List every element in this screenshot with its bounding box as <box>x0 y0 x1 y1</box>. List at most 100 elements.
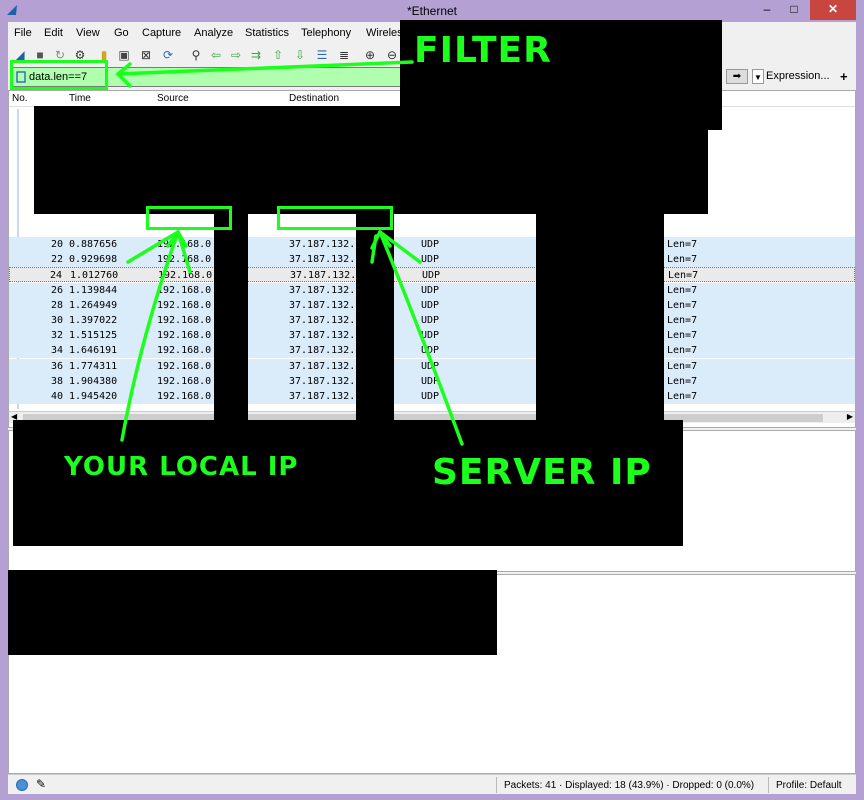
table-row[interactable]: 30 1.397022 192.168.0 37.187.132. UDP Len=7 <box>9 313 855 328</box>
menu-telephony[interactable]: Telephony <box>301 27 351 39</box>
table-row[interactable]: 40 1.945420 192.168.0 37.187.132. UDP Len=7 <box>9 389 855 404</box>
packet-info-cell: Len=7 <box>667 254 698 266</box>
expression-button[interactable]: Expression... <box>766 70 830 82</box>
colorize-icon[interactable]: ≣ <box>336 47 352 63</box>
packet-destination-cell: 37.187.132. <box>289 375 356 387</box>
packet-time-cell: 1.515125 <box>69 330 118 342</box>
autoscroll-icon[interactable]: ☰ <box>314 47 330 63</box>
go-to-packet-icon[interactable]: ⇉ <box>248 47 264 63</box>
packet-protocol-cell: UDP <box>421 315 440 326</box>
zoom-in-icon[interactable]: ⊕ <box>362 47 378 63</box>
packet-source-cell: 192.168.0 <box>157 391 212 402</box>
packet-number-cell: 38 <box>50 375 63 387</box>
local-ip-highlight-box <box>146 206 232 230</box>
packet-protocol-cell: UDP <box>421 360 440 372</box>
packet-protocol-cell: UDP <box>421 254 440 266</box>
table-row[interactable]: 22 0.929698 192.168.0 37.187.132. UDP Len=7 <box>9 252 855 268</box>
status-separator <box>768 777 769 793</box>
capture-comment-icon[interactable]: ✎ <box>36 777 46 791</box>
zoom-out-icon[interactable]: ⊖ <box>384 47 400 63</box>
redaction-block <box>356 210 394 422</box>
packet-number-cell: 22 <box>50 254 63 266</box>
packet-number-cell: 20 <box>50 239 63 250</box>
chevron-down-icon: ▼ <box>754 73 762 82</box>
packet-number-cell: 34 <box>50 345 63 357</box>
packet-number-cell: 40 <box>50 391 63 402</box>
packet-source-cell: 192.168.0 <box>157 299 212 311</box>
packet-time-cell: 1.012760 <box>70 270 119 282</box>
packet-destination-cell: 37.187.132. <box>289 330 356 342</box>
add-filter-button[interactable]: + <box>840 69 848 84</box>
save-file-icon[interactable]: ▣ <box>116 47 132 63</box>
status-bar: ✎ Packets: 41 · Displayed: 18 (43.9%) · … <box>8 774 856 794</box>
packet-number-cell: 24 <box>49 270 62 282</box>
apply-filter-button[interactable]: ➡ <box>726 69 748 84</box>
packet-destination-cell: 37.187.132. <box>289 239 356 250</box>
table-row[interactable]: 38 1.904380 192.168.0 37.187.132. UDP Len=7 <box>9 373 855 389</box>
table-row[interactable]: 36 1.774311 192.168.0 37.187.132. UDP Len=7 <box>9 358 855 374</box>
packet-source-cell: 192.168.0 <box>157 315 212 326</box>
table-row[interactable]: 32 1.515125 192.168.0 37.187.132. UDP Len=7 <box>9 328 855 344</box>
packet-number-cell: 26 <box>50 284 63 296</box>
packet-time-cell: 1.945420 <box>69 391 118 402</box>
close-button[interactable]: ✕ <box>810 0 856 20</box>
packet-source-cell: 192.168.0 <box>157 284 212 296</box>
find-packet-icon[interactable]: ⚲ <box>188 47 204 63</box>
packet-time-cell: 1.139844 <box>69 284 118 296</box>
go-forward-icon[interactable]: ⇨ <box>228 47 244 63</box>
table-row[interactable]: 24 1.012760 192.168.0 37.187.132. UDP Len=7 <box>9 267 855 283</box>
packet-destination-cell: 37.187.132. <box>289 254 356 266</box>
packet-protocol-cell: UDP <box>421 391 440 402</box>
packet-time-cell: 1.774311 <box>69 360 118 372</box>
server-ip-highlight-box <box>277 206 393 230</box>
menu-view[interactable]: View <box>76 27 100 39</box>
go-back-icon[interactable]: ⇦ <box>208 47 224 63</box>
packet-time-cell: 1.646191 <box>69 345 118 357</box>
packet-protocol-cell: UDP <box>422 270 441 282</box>
go-last-icon[interactable]: ⇩ <box>292 47 308 63</box>
menu-wireless[interactable]: Wireles <box>366 27 403 39</box>
column-destination[interactable]: Destination <box>289 93 339 104</box>
menu-capture[interactable]: Capture <box>142 27 181 39</box>
close-file-icon[interactable]: ⊠ <box>138 47 154 63</box>
menu-analyze[interactable]: Analyze <box>194 27 233 39</box>
column-time[interactable]: Time <box>69 93 91 104</box>
filter-history-dropdown[interactable]: ▼ <box>752 69 764 84</box>
packet-info-cell: Len=7 <box>667 239 698 250</box>
filter-annotation: FILTER <box>414 30 552 71</box>
packet-destination-cell: 37.187.132. <box>289 299 356 311</box>
table-row[interactable]: 26 1.139844 192.168.0 37.187.132. UDP Len=7 <box>9 282 855 298</box>
packet-source-cell: 192.168.0 <box>157 345 212 357</box>
expert-info-icon[interactable] <box>16 779 28 791</box>
packet-counts: Packets: 41 · Displayed: 18 (43.9%) · Dr… <box>504 780 755 791</box>
packet-time-cell: 0.887656 <box>69 239 118 250</box>
packet-info-cell: Len=7 <box>667 315 698 326</box>
menu-go[interactable]: Go <box>114 27 129 39</box>
server-ip-annotation: SERVER IP <box>432 452 652 493</box>
minimize-button[interactable]: – <box>754 0 780 20</box>
menu-statistics[interactable]: Statistics <box>245 27 289 39</box>
window-title: *Ethernet <box>406 4 458 18</box>
table-row[interactable]: 34 1.646191 192.168.0 37.187.132. UDP Len=7 <box>9 343 855 359</box>
menu-edit[interactable]: Edit <box>44 27 63 39</box>
packet-source-cell: 192.168.0 <box>157 239 212 250</box>
packet-protocol-cell: UDP <box>421 330 440 342</box>
packet-info-cell: Len=7 <box>667 345 698 357</box>
scroll-right-icon[interactable]: ▶ <box>847 412 853 421</box>
packet-destination-cell: 37.187.132. <box>290 270 357 282</box>
profile-switcher[interactable]: Profile: Default <box>776 780 842 791</box>
packet-destination-cell: 37.187.132. <box>289 284 356 296</box>
packet-source-cell: 192.168.0 <box>157 375 212 387</box>
menu-file[interactable]: File <box>14 27 32 39</box>
table-row[interactable]: 20 0.887656 192.168.0 37.187.132. UDP Len=7 <box>9 237 855 252</box>
column-source[interactable]: Source <box>157 93 189 104</box>
table-row[interactable]: 28 1.264949 192.168.0 37.187.132. UDP Len=7 <box>9 297 855 313</box>
packet-protocol-cell: UDP <box>421 284 440 296</box>
go-first-icon[interactable]: ⇧ <box>270 47 286 63</box>
packet-destination-cell: 37.187.132. <box>289 360 356 372</box>
maximize-button[interactable]: □ <box>781 0 807 20</box>
column-no[interactable]: No. <box>12 93 28 104</box>
packet-info-cell: Len=7 <box>667 284 698 296</box>
arrow-right-icon: ➡ <box>732 71 742 82</box>
reload-file-icon[interactable]: ⟳ <box>160 47 176 63</box>
